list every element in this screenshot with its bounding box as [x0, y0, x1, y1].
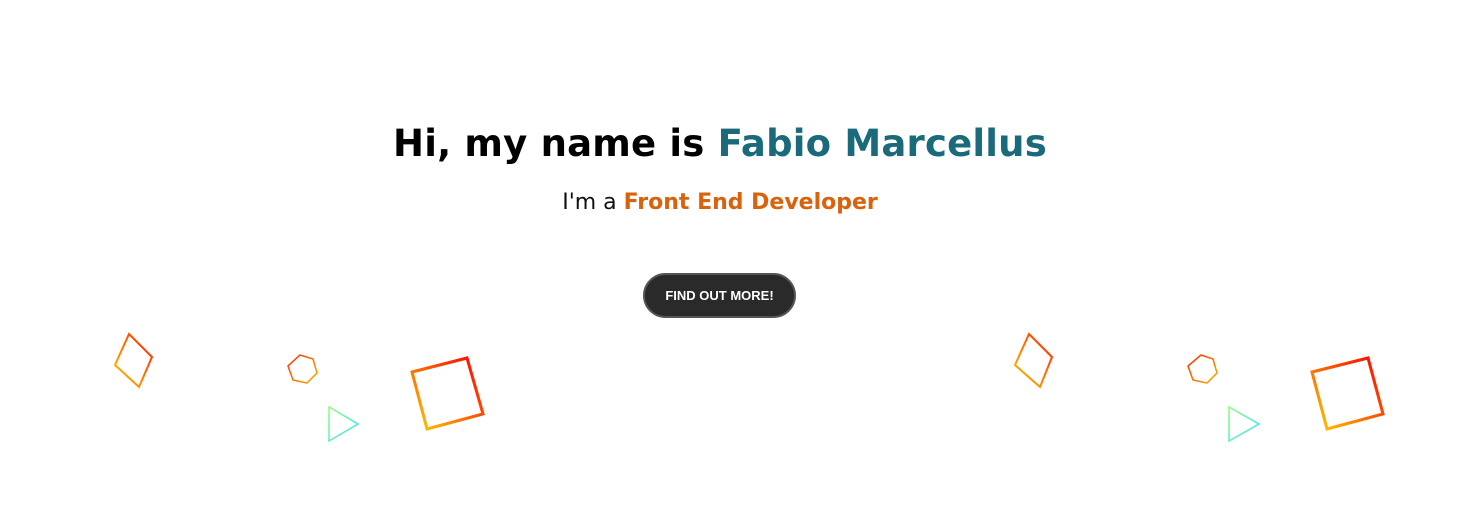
hexagon-outline-icon — [287, 354, 318, 384]
triangle-outline-icon — [328, 405, 360, 443]
greeting-text: Hi, my name is — [393, 122, 718, 165]
square-outline-icon — [410, 356, 485, 431]
decorative-shapes — [113, 332, 1385, 443]
hero-name: Fabio Marcellus — [717, 122, 1047, 165]
hero-tagline: I'm a Front End Developer — [0, 186, 1440, 220]
hero-role: Front End Developer — [623, 190, 878, 215]
diamond-outline-icon — [113, 332, 154, 389]
find-out-more-button[interactable]: FIND OUT MORE! — [643, 273, 796, 318]
triangle-outline-icon — [1228, 405, 1261, 443]
hero-headline: Hi, my name is Fabio Marcellus — [0, 118, 1440, 170]
square-outline-icon — [1310, 356, 1385, 431]
hero-section: Hi, my name is Fabio Marcellus I'm a Fro… — [0, 0, 1470, 520]
tagline-prefix: I'm a — [562, 190, 624, 215]
diamond-outline-icon — [1013, 332, 1054, 389]
hexagon-outline-icon — [1187, 354, 1218, 384]
